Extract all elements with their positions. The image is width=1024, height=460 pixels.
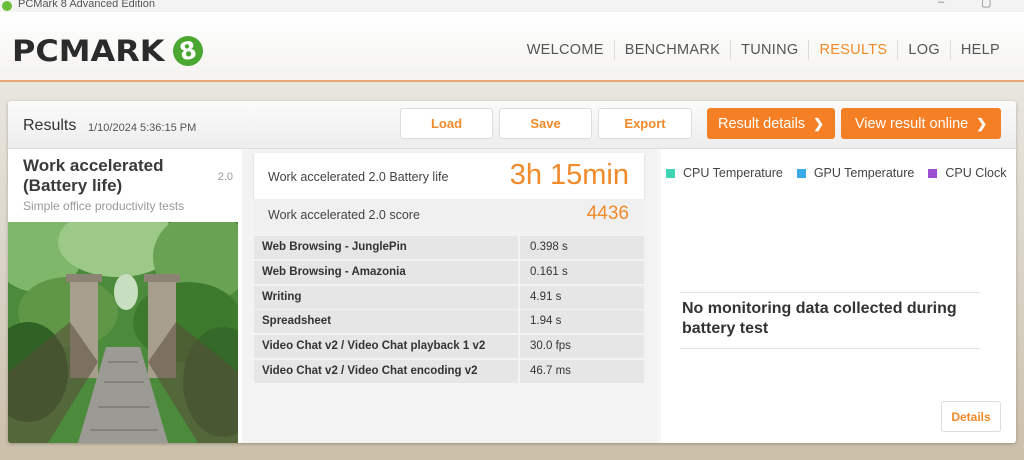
subtest-name: Spreadsheet (254, 310, 518, 334)
table-row: Video Chat v2 / Video Chat playback 1 v2… (254, 335, 644, 358)
legend-swatch (928, 168, 938, 178)
test-info: Work accelerated (Battery life) 2.0 Simp… (8, 149, 242, 443)
result-details-button[interactable]: Result details ❯ (707, 108, 835, 139)
subtest-value: 0.161 s (520, 260, 644, 284)
subtest-value: 30.0 fps (520, 335, 644, 358)
load-button[interactable]: Load (400, 108, 493, 139)
score-value: 4436 (586, 203, 629, 224)
chevron-right-icon: ❯ (813, 115, 824, 131)
table-row: Spreadsheet 1.94 s (254, 310, 644, 334)
table-row: Web Browsing - JunglePin 0.398 s (254, 236, 644, 259)
results-date: 1/10/2024 5:36:15 PM (88, 122, 197, 134)
restore-icon[interactable]: ▢ (981, 0, 991, 9)
legend-swatch (666, 168, 675, 178)
subtest-name: Video Chat v2 / Video Chat playback 1 v2 (254, 335, 518, 358)
test-description: Simple office productivity tests (23, 199, 185, 213)
legend-label: GPU Temperature (813, 166, 915, 180)
test-scene-image (8, 222, 238, 443)
subtest-value: 1.94 s (520, 310, 644, 334)
logo-badge-icon: 8 (169, 33, 206, 69)
nav-log[interactable]: LOG (897, 40, 950, 60)
table-row: Writing 4.91 s (254, 285, 644, 309)
nav-help[interactable]: HELP (949, 40, 1010, 60)
battery-life-label: Work accelerated 2.0 Battery life (268, 170, 449, 184)
subtest-name: Web Browsing - JunglePin (254, 236, 518, 259)
details-button[interactable]: Details (941, 401, 1001, 432)
legend-cpu-temperature[interactable]: CPU Temperature (666, 166, 783, 180)
nav-welcome[interactable]: WELCOME (517, 40, 614, 60)
subtest-value: 46.7 ms (520, 359, 644, 383)
table-row: Video Chat v2 / Video Chat encoding v2 4… (254, 359, 644, 383)
nav-benchmark[interactable]: BENCHMARK (613, 40, 730, 60)
view-online-label: View result online (854, 115, 969, 132)
result-details-label: Result details (718, 115, 806, 132)
app-header: PCMARK 8 WELCOME BENCHMARK TUNING RESULT… (0, 12, 1024, 82)
window-titlebar: PCMark 8 Advanced Edition – ▢ (0, 0, 1024, 12)
no-monitoring-message: No monitoring data collected during batt… (682, 300, 957, 337)
main-nav: WELCOME BENCHMARK TUNING RESULTS LOG HEL… (517, 40, 1010, 60)
monitoring-section: CPU Temperature GPU Temperature CPU Cloc… (661, 149, 1016, 443)
subtest-name: Video Chat v2 / Video Chat encoding v2 (254, 359, 518, 383)
monitoring-legend: CPU Temperature GPU Temperature CPU Cloc… (666, 166, 1006, 180)
window-title: PCMark 8 Advanced Edition (18, 0, 155, 10)
pcmark-app-icon (2, 1, 12, 11)
results-panel: Results 1/10/2024 5:36:15 PM Load Save E… (8, 101, 1016, 443)
logo-text: PCMARK (12, 34, 165, 68)
legend-label: CPU Temperature (683, 166, 783, 180)
minimize-icon[interactable]: – (938, 0, 944, 8)
test-version: 2.0 (217, 171, 233, 183)
save-button[interactable]: Save (499, 108, 592, 139)
chevron-right-icon: ❯ (976, 115, 988, 131)
nav-results[interactable]: RESULTS (808, 40, 897, 60)
battery-life-card: Work accelerated 2.0 Battery life 3h 15m… (254, 153, 644, 199)
view-result-online-button[interactable]: View result online ❯ (841, 108, 1001, 139)
battery-life-value: 3h 15min (509, 159, 629, 191)
pcmark-logo: PCMARK 8 (12, 33, 206, 69)
results-toolbar: Results 1/10/2024 5:36:15 PM Load Save E… (8, 101, 1016, 149)
subtest-name: Web Browsing - Amazonia (254, 260, 518, 284)
score-label: Work accelerated 2.0 score (268, 208, 420, 222)
score-card: Work accelerated 2.0 score 4436 (254, 199, 644, 231)
legend-swatch (796, 168, 806, 178)
export-button[interactable]: Export (598, 108, 692, 139)
nav-tuning[interactable]: TUNING (730, 40, 808, 60)
score-section: Work accelerated 2.0 Battery life 3h 15m… (242, 149, 657, 443)
subtest-value: 4.91 s (520, 285, 644, 309)
legend-cpu-clock[interactable]: CPU Clock (928, 166, 1006, 180)
legend-label: CPU Clock (945, 166, 1007, 180)
subtest-table: Web Browsing - JunglePin 0.398 s Web Bro… (254, 236, 644, 385)
subtest-name: Writing (254, 285, 518, 309)
test-name: Work accelerated (Battery life) (23, 156, 164, 195)
subtest-value: 0.398 s (520, 236, 644, 259)
legend-gpu-temperature[interactable]: GPU Temperature (796, 166, 915, 180)
results-title: Results (23, 117, 77, 134)
table-row: Web Browsing - Amazonia 0.161 s (254, 260, 644, 284)
